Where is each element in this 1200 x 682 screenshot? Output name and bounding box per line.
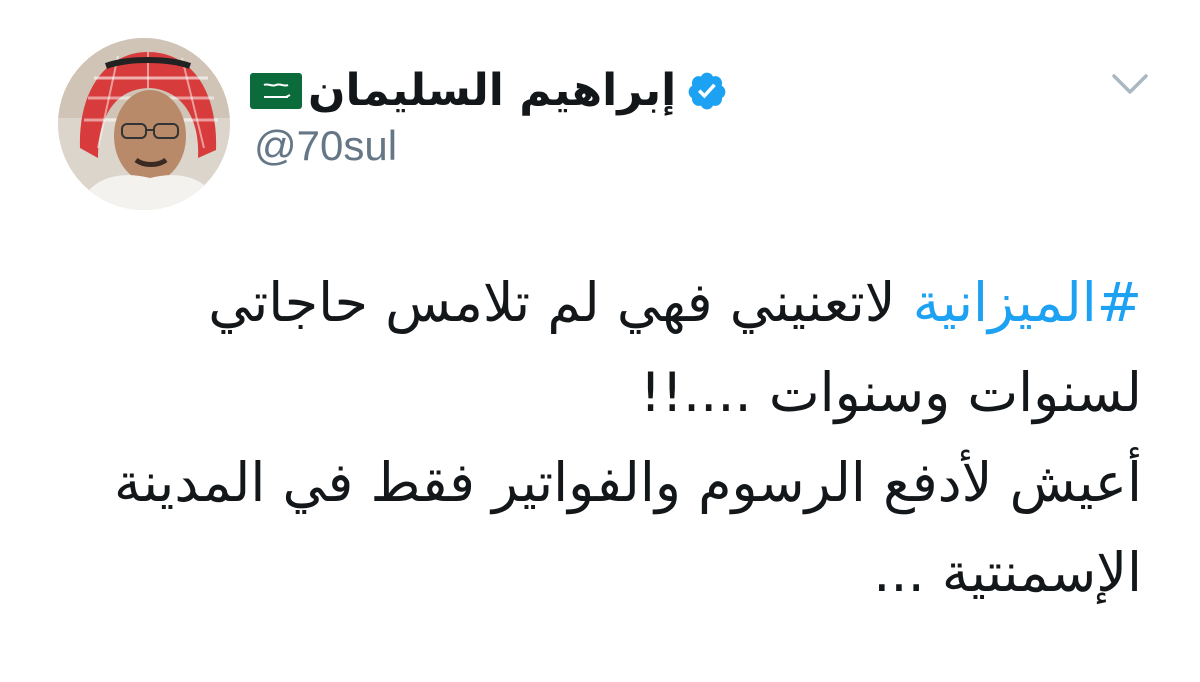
user-avatar[interactable] xyxy=(58,38,230,210)
tweet-text: #الميزانية لاتعنيني فهي لم تلامس حاجاتي … xyxy=(60,258,1142,618)
hashtag-link[interactable]: #الميزانية xyxy=(913,271,1142,334)
user-display-name[interactable]: إبراهيم السليمان xyxy=(308,63,676,119)
chevron-down-icon[interactable] xyxy=(1108,66,1152,102)
tweet-line-2: لسنوات وسنوات ....!! xyxy=(639,361,1142,424)
tweet-line-4: الإسمنتية ... xyxy=(873,541,1142,604)
tweet-line-1-text: لاتعنيني فهي لم تلامس حاجاتي xyxy=(208,271,913,334)
user-handle[interactable]: @70sul xyxy=(254,122,397,170)
user-identity: إبراهيم السليمان @70sul xyxy=(250,52,770,172)
avatar-image xyxy=(58,38,230,210)
tweet-card: إبراهيم السليمان @70sul #الميزانية لاتعن… xyxy=(0,0,1200,682)
name-row: إبراهيم السليمان xyxy=(250,60,728,122)
saudi-flag-icon xyxy=(250,73,302,109)
tweet-line-1: #الميزانية لاتعنيني فهي لم تلامس حاجاتي xyxy=(60,258,1142,348)
tweet-line-3: أعيش لأدفع الرسوم والفواتير فقط في المدي… xyxy=(114,451,1142,514)
verified-badge-icon xyxy=(688,72,726,110)
